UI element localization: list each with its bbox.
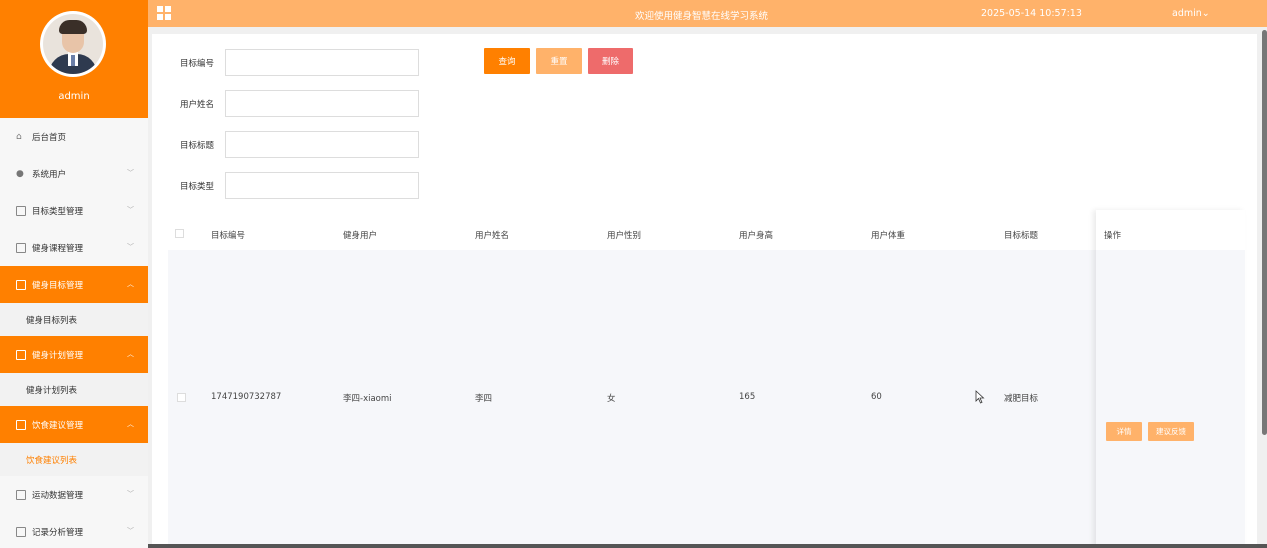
chevron-down-icon: ﹀ <box>127 490 134 498</box>
row-checkbox[interactable] <box>177 393 186 402</box>
grid-menu-icon[interactable] <box>157 6 171 20</box>
cell-user-name: 李四 <box>475 394 493 404</box>
cell-goal-title: 减肥目标 <box>1004 394 1039 404</box>
operations-column: 操作 详情 建议反馈 <box>1096 210 1245 548</box>
cell-goal-id: 1747190732787 <box>211 392 282 402</box>
table-header: 目标编号 健身用户 用户姓名 用户性别 用户身高 用户体重 目标标题 <box>168 218 1245 250</box>
query-button[interactable]: 查询 <box>484 48 530 74</box>
sidebar-subitem-plan-list[interactable]: 健身计划列表 <box>0 373 148 406</box>
sidebar-item-analysis[interactable]: 记录分析管理 ﹀ <box>0 513 148 548</box>
avatar-image <box>43 14 103 74</box>
sidebar-item-label: 系统用户 <box>32 169 67 180</box>
sidebar-item-exercise-data[interactable]: 运动数据管理 ﹀ <box>0 476 148 513</box>
mouse-cursor-icon <box>975 390 985 404</box>
chevron-up-icon: ︿ <box>127 350 134 358</box>
cell-height: 165 <box>739 392 756 402</box>
feedback-button[interactable]: 建议反馈 <box>1148 422 1194 441</box>
goal-title-input[interactable] <box>225 131 419 158</box>
goal-type-label: 目标类型 <box>180 181 215 192</box>
search-row-user-name: 用户姓名 <box>180 90 419 117</box>
top-bar: 欢迎使用健身智慧在线学习系统 2025-05-14 10:57:13 admin… <box>148 0 1267 27</box>
chevron-down-icon: ﹀ <box>127 243 134 251</box>
table-row[interactable]: 1747190732787 李四-xiaomi 李四 女 165 60 减肥目标 <box>168 250 1245 548</box>
goal-title-label: 目标标题 <box>180 140 215 151</box>
horizontal-scrollbar[interactable] <box>148 544 1267 548</box>
sidebar-item-label: 饮食建议管理 <box>32 420 84 431</box>
sidebar-item-diet[interactable]: 饮食建议管理 ︿ <box>0 406 148 443</box>
goal-id-input[interactable] <box>225 49 419 76</box>
cell-gender: 女 <box>607 394 616 404</box>
vertical-scrollbar[interactable] <box>1262 30 1267 435</box>
column-header: 用户体重 <box>871 231 906 241</box>
sidebar: admin ⌂ 后台首页 ● 系统用户 ﹀ 目标类型管理 ﹀ 健身课程管理 ﹀ … <box>0 0 148 548</box>
document-icon <box>16 419 26 430</box>
search-row-goal-id: 目标编号 <box>180 49 419 76</box>
home-icon: ⌂ <box>16 131 22 142</box>
delete-button[interactable]: 删除 <box>588 48 633 74</box>
avatar[interactable] <box>40 11 106 77</box>
document-icon <box>16 526 26 537</box>
sidebar-subitem-goal-list[interactable]: 健身目标列表 <box>0 303 148 336</box>
sidebar-item-label: 健身目标管理 <box>32 280 84 291</box>
document-icon <box>16 279 26 290</box>
select-all-checkbox[interactable] <box>175 229 184 238</box>
profile-username: admin <box>58 91 90 102</box>
chevron-down-icon: ﹀ <box>127 527 134 535</box>
column-header: 用户姓名 <box>475 231 510 241</box>
goal-id-label: 目标编号 <box>180 58 215 69</box>
chevron-up-icon: ︿ <box>127 280 134 288</box>
sidebar-subitem-diet-list[interactable]: 饮食建议列表 <box>0 443 148 476</box>
cell-weight: 60 <box>871 392 882 402</box>
chevron-down-icon: ﹀ <box>127 206 134 214</box>
sidebar-item-label: 记录分析管理 <box>32 527 84 538</box>
sidebar-item-courses[interactable]: 健身课程管理 ﹀ <box>0 229 148 266</box>
sidebar-item-label: 健身计划管理 <box>32 350 84 361</box>
search-row-goal-type: 目标类型 <box>180 172 419 199</box>
document-icon <box>16 349 26 360</box>
sidebar-item-label: 运动数据管理 <box>32 490 84 501</box>
chevron-up-icon: ︿ <box>127 420 134 428</box>
sidebar-item-system-users[interactable]: ● 系统用户 ﹀ <box>0 155 148 192</box>
document-icon <box>16 242 26 253</box>
sidebar-item-home[interactable]: ⌂ 后台首页 <box>0 118 148 155</box>
chevron-down-icon: ﹀ <box>127 169 134 177</box>
sidebar-item-label: 健身课程管理 <box>32 243 84 254</box>
system-title: 欢迎使用健身智慧在线学习系统 <box>635 11 769 22</box>
current-time: 2025-05-14 10:57:13 <box>981 8 1082 19</box>
sidebar-item-label: 目标类型管理 <box>32 206 84 217</box>
search-row-goal-title: 目标标题 <box>180 131 419 158</box>
goal-type-input[interactable] <box>225 172 419 199</box>
column-header: 目标标题 <box>1004 231 1039 241</box>
user-icon: ● <box>16 168 24 179</box>
document-icon <box>16 489 26 500</box>
column-header: 操作 <box>1104 231 1122 241</box>
column-header: 用户身高 <box>739 231 774 241</box>
column-header: 目标编号 <box>211 231 246 241</box>
sidebar-item-goal-types[interactable]: 目标类型管理 ﹀ <box>0 192 148 229</box>
column-header: 用户性别 <box>607 231 642 241</box>
sidebar-item-plans[interactable]: 健身计划管理 ︿ <box>0 336 148 373</box>
document-icon <box>16 205 26 216</box>
operations-header: 操作 <box>1096 210 1245 250</box>
profile-header: admin <box>0 0 148 118</box>
column-header: 健身用户 <box>343 231 378 241</box>
user-name-input[interactable] <box>225 90 419 117</box>
reset-button[interactable]: 重置 <box>536 48 582 74</box>
detail-button[interactable]: 详情 <box>1106 422 1142 441</box>
cell-fitness-user: 李四-xiaomi <box>343 394 392 404</box>
sidebar-item-label: 后台首页 <box>32 132 67 143</box>
main-content: 目标编号 用户姓名 目标标题 目标类型 查询 重置 删除 目标编号 健身用户 用… <box>152 34 1257 548</box>
sidebar-item-goals[interactable]: 健身目标管理 ︿ <box>0 266 148 303</box>
user-name-label: 用户姓名 <box>180 99 215 110</box>
user-menu[interactable]: admin⌄ <box>1172 8 1210 19</box>
